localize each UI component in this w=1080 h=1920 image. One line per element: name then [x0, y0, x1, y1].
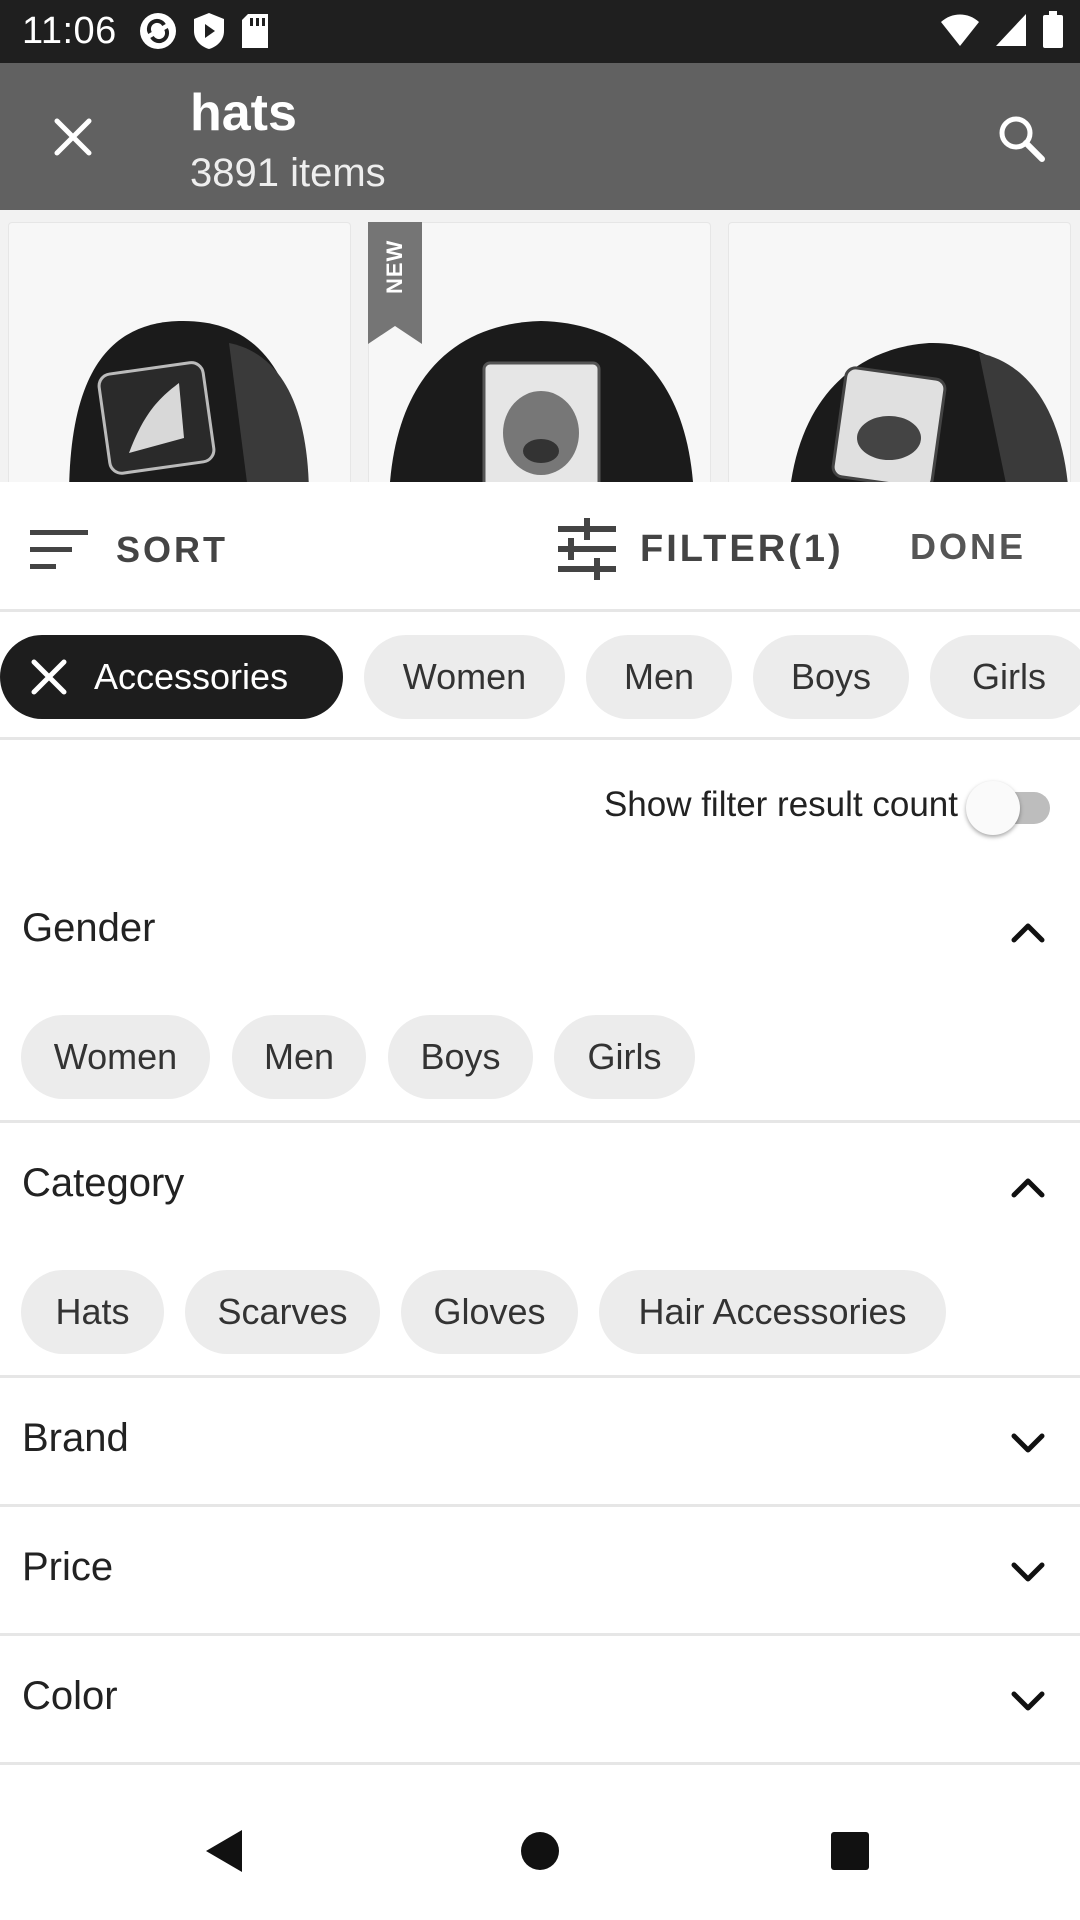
chevron-down-icon: [1011, 1433, 1045, 1453]
search-icon: [999, 116, 1045, 162]
chip-label: Accessories: [94, 656, 289, 697]
option-women[interactable]: Women: [21, 1015, 210, 1099]
chevron-up-icon: [1011, 1178, 1045, 1198]
product-card[interactable]: [728, 222, 1071, 482]
sort-label: SORT: [116, 529, 229, 570]
option-label: Hair Accessories: [638, 1291, 907, 1332]
section-title: Category: [22, 1161, 185, 1205]
divider: [0, 1504, 1080, 1507]
option-girls[interactable]: Girls: [554, 1015, 695, 1099]
sync-app-icon: [140, 13, 176, 49]
done-button[interactable]: DONE: [910, 526, 1026, 568]
chip-label: Men: [623, 656, 695, 697]
chip-girls[interactable]: Girls: [930, 635, 1080, 719]
chevron-down-icon: [1011, 1562, 1045, 1582]
option-men[interactable]: Men: [232, 1015, 366, 1099]
notification-icons: [138, 11, 270, 51]
search-query-title: hats: [190, 84, 297, 142]
option-gloves[interactable]: Gloves: [401, 1270, 578, 1354]
divider: [0, 1633, 1080, 1636]
recents-button[interactable]: [815, 1816, 885, 1886]
item-count: 3891 items: [190, 151, 386, 195]
chip-label: Women: [402, 656, 527, 697]
option-boys[interactable]: Boys: [388, 1015, 533, 1099]
new-badge: NEW: [368, 222, 422, 344]
chevron-up-icon: [1011, 923, 1045, 943]
option-label: Men: [263, 1036, 335, 1077]
option-label: Scarves: [217, 1291, 348, 1332]
chip-boys[interactable]: Boys: [753, 635, 909, 719]
section-title: Color: [22, 1674, 118, 1718]
back-icon: [206, 1830, 242, 1872]
back-button[interactable]: [190, 1816, 260, 1886]
shield-play-icon: [194, 13, 224, 49]
section-title: Price: [22, 1545, 114, 1589]
filter-label: FILTER(1): [640, 527, 844, 570]
section-category-header[interactable]: Category: [0, 1147, 1080, 1227]
gender-options: Women Men Boys Girls: [0, 1015, 1080, 1099]
section-price-header[interactable]: Price: [0, 1531, 1080, 1611]
battery-icon: [1043, 11, 1063, 48]
quick-filter-chips: Accessories Women Men Boys Girls: [0, 612, 1080, 740]
sort-button[interactable]: SORT: [28, 522, 228, 578]
option-scarves[interactable]: Scarves: [185, 1270, 380, 1354]
category-options: Hats Scarves Gloves Hair Accessories: [0, 1270, 1080, 1354]
wifi-icon: [941, 14, 979, 46]
close-button[interactable]: [40, 104, 106, 170]
divider: [0, 1120, 1080, 1123]
chip-label: Girls: [972, 656, 1046, 697]
status-time: 11:06: [22, 10, 117, 52]
system-icons: [940, 11, 1064, 49]
search-toolbar: hats 3891 items: [0, 63, 1080, 210]
result-count-toggle-row: Show filter result count: [0, 775, 1080, 837]
toggle-label: Show filter result count: [603, 785, 958, 824]
option-label: Boys: [420, 1036, 501, 1077]
search-button[interactable]: [986, 103, 1056, 173]
sort-filter-bar: SORT FILTER(1) DONE: [0, 482, 1080, 612]
recents-icon: [831, 1832, 869, 1870]
home-icon: [521, 1832, 559, 1870]
chip-label: Boys: [790, 656, 872, 697]
divider: [0, 1762, 1080, 1765]
close-icon: [31, 659, 67, 695]
option-label: Gloves: [433, 1291, 546, 1332]
switch-knob: [966, 781, 1020, 835]
product-image: [69, 320, 309, 482]
filter-button[interactable]: FILTER(1): [556, 518, 844, 580]
option-hats[interactable]: Hats: [21, 1270, 164, 1354]
section-color-header[interactable]: Color: [0, 1660, 1080, 1740]
signal-icon: [996, 14, 1026, 46]
product-card[interactable]: [8, 222, 351, 482]
sd-card-icon: [242, 14, 268, 48]
new-badge-label: NEW: [382, 239, 407, 294]
chip-accessories-selected[interactable]: Accessories: [0, 635, 343, 719]
home-button[interactable]: [505, 1816, 575, 1886]
close-icon: [54, 118, 92, 156]
section-brand-header[interactable]: Brand: [0, 1402, 1080, 1482]
section-gender-header[interactable]: Gender: [0, 892, 1080, 972]
option-label: Women: [53, 1036, 178, 1077]
section-title: Gender: [22, 906, 156, 950]
option-hair-accessories[interactable]: Hair Accessories: [599, 1270, 946, 1354]
chip-men[interactable]: Men: [586, 635, 732, 719]
product-image: [791, 342, 1068, 482]
product-strip: NEW: [0, 210, 1080, 482]
system-nav-bar: [0, 1780, 1080, 1920]
divider: [0, 1375, 1080, 1378]
chip-women[interactable]: Women: [364, 635, 565, 719]
sort-icon: [30, 530, 88, 569]
filter-sliders-icon: [558, 518, 616, 580]
section-title: Brand: [22, 1416, 129, 1460]
option-label: Hats: [55, 1291, 130, 1332]
option-label: Girls: [587, 1036, 662, 1077]
status-bar: 11:06: [0, 0, 1080, 63]
chevron-down-icon: [1011, 1691, 1045, 1711]
